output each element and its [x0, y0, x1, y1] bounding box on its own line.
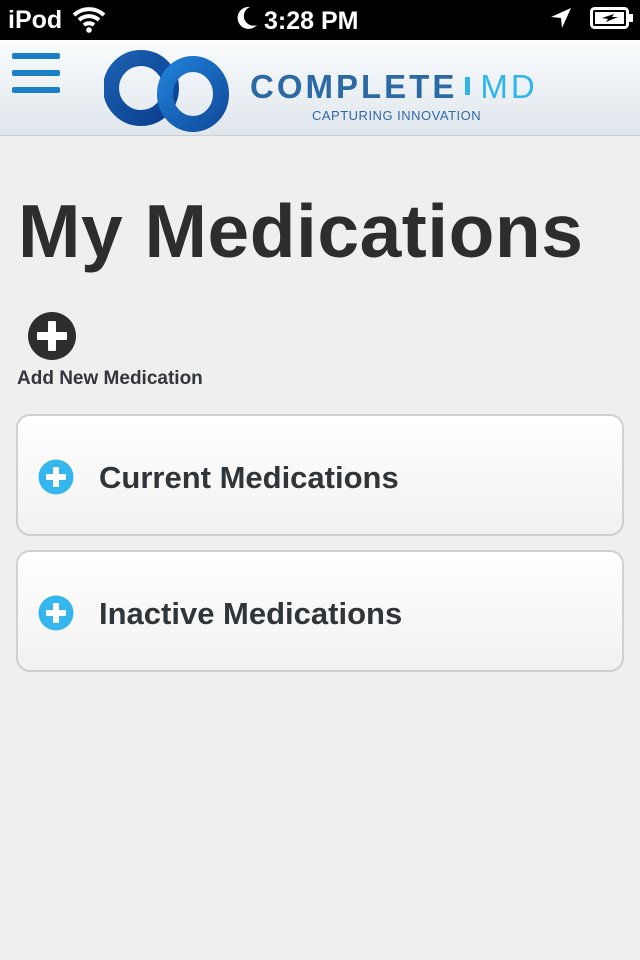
hamburger-menu-icon[interactable] [12, 53, 60, 97]
logo-icon [103, 44, 232, 141]
logo-tagline: CAPTURING INNOVATION [312, 108, 482, 123]
location-arrow-icon [550, 7, 572, 36]
status-bar: iPod 3:28 PM [0, 0, 640, 40]
plus-circle-icon [38, 595, 74, 631]
logo-wordmark: COMPLETE MD [250, 68, 538, 105]
section-label: Inactive Medications [99, 596, 403, 631]
page-title: My Medications [18, 189, 584, 273]
section-label: Current Medications [99, 460, 399, 495]
inactive-medications-section[interactable]: Inactive Medications [16, 550, 624, 672]
wifi-icon [72, 5, 106, 40]
add-new-medication-button[interactable]: Add New Medication [17, 368, 203, 390]
battery-icon [590, 6, 634, 37]
current-medications-section[interactable]: Current Medications [16, 414, 624, 536]
moon-icon [236, 5, 258, 38]
plus-circle-icon [38, 459, 74, 495]
add-circle-icon[interactable] [27, 311, 77, 361]
status-time: 3:28 PM [264, 7, 359, 35]
carrier-label: iPod [8, 6, 63, 34]
